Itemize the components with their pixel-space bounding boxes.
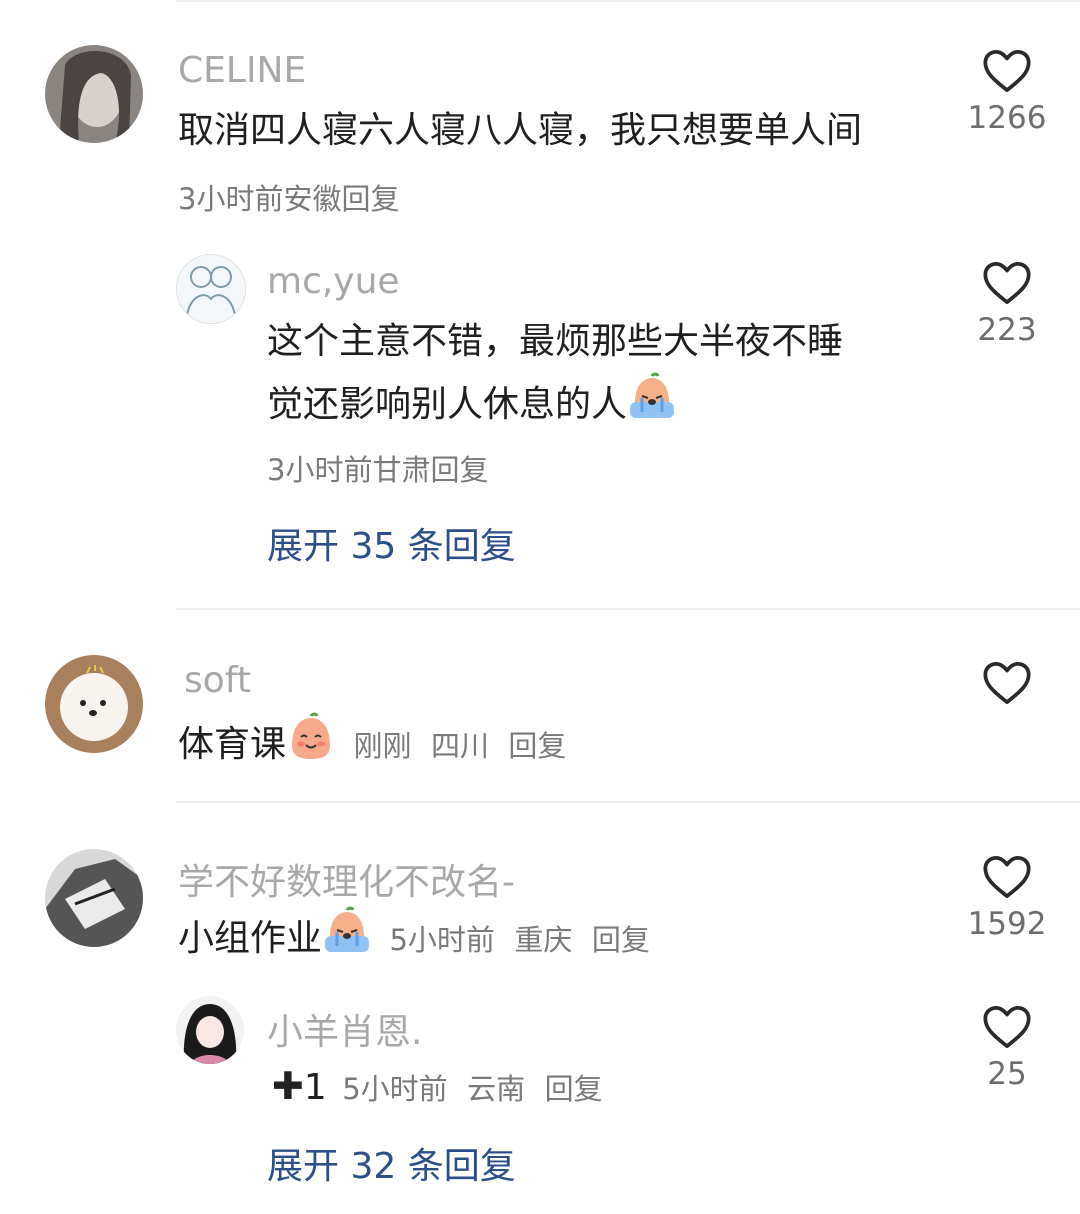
crying-face-icon <box>322 906 372 956</box>
expand-replies-button[interactable]: 展开 32 条回复 <box>267 1137 516 1189</box>
like-button[interactable]: 1266 <box>957 48 1057 136</box>
divider <box>176 801 1080 803</box>
username[interactable]: soft <box>184 660 251 701</box>
timestamp: 5小时前 <box>342 1072 448 1106</box>
timestamp: 3小时前 <box>267 453 373 487</box>
heart-icon <box>982 854 1032 900</box>
reply-text-line: 这个主意不错，最烦那些大半夜不睡 <box>267 321 844 362</box>
smiling-face-icon <box>286 712 336 762</box>
reply-button[interactable]: 回复 <box>341 182 399 216</box>
avatar[interactable] <box>45 849 143 947</box>
avatar[interactable] <box>176 996 244 1064</box>
username[interactable]: 学不好数理化不改名- <box>178 853 515 905</box>
reply-button[interactable]: 回复 <box>592 923 650 957</box>
location: 安徽 <box>283 182 342 216</box>
plus-icon: ✚ <box>272 1064 304 1108</box>
username[interactable]: 小羊肖恩. <box>267 1003 422 1055</box>
location: 甘肃 <box>372 453 431 487</box>
avatar[interactable] <box>45 45 143 143</box>
heart-icon <box>982 260 1032 306</box>
heart-icon <box>982 1004 1032 1050</box>
timestamp: 刚刚 <box>353 729 412 763</box>
comment-text: 体育课 <box>178 724 287 765</box>
avatar[interactable] <box>176 254 246 324</box>
like-count: 1266 <box>967 100 1047 136</box>
heart-icon <box>982 660 1032 706</box>
top-divider <box>176 0 1080 2</box>
comment-row: 小组作业 5小时前 重庆 回复 <box>178 906 650 970</box>
location: 重庆 <box>514 923 573 957</box>
comment-text: 小组作业 <box>178 918 323 959</box>
like-button[interactable] <box>957 660 1057 706</box>
heart-icon <box>982 48 1032 94</box>
reply-row: ✚1 5小时前 云南 回复 <box>272 1056 603 1119</box>
expand-replies-button[interactable]: 展开 35 条回复 <box>267 517 516 569</box>
username[interactable]: mc,yue <box>267 261 400 302</box>
like-count: 1592 <box>967 906 1047 942</box>
timestamp: 5小时前 <box>389 923 495 957</box>
comment-text: 取消四人寝六人寝八人寝，我只想要单人间 <box>178 110 863 151</box>
reply-text: 这个主意不错，最烦那些大半夜不睡 觉还影响别人休息的人 <box>267 312 843 435</box>
crying-face-icon <box>627 372 677 422</box>
like-count: 223 <box>977 312 1037 348</box>
comment-row: 体育课 刚刚 四川 回复 <box>178 712 566 776</box>
like-count: 25 <box>987 1056 1027 1092</box>
username[interactable]: CELINE <box>178 50 306 91</box>
like-button[interactable]: 1592 <box>957 854 1057 942</box>
location: 云南 <box>467 1072 526 1106</box>
comment-meta: 3小时前安徽回复 <box>178 176 399 218</box>
reply-text-line: 觉还影响别人休息的人 <box>267 372 843 435</box>
reply-text-line-content: 觉还影响别人休息的人 <box>267 384 628 425</box>
reply-button[interactable]: 回复 <box>508 729 566 763</box>
avatar[interactable] <box>45 655 143 753</box>
timestamp: 3小时前 <box>178 182 284 216</box>
reply-meta: 3小时前甘肃回复 <box>267 447 488 489</box>
divider <box>176 608 1080 610</box>
reply-button[interactable]: 回复 <box>545 1072 603 1106</box>
reply-text: 1 <box>303 1067 327 1108</box>
like-button[interactable]: 223 <box>957 260 1057 348</box>
reply-button[interactable]: 回复 <box>430 453 488 487</box>
location: 四川 <box>430 729 489 763</box>
like-button[interactable]: 25 <box>957 1004 1057 1092</box>
